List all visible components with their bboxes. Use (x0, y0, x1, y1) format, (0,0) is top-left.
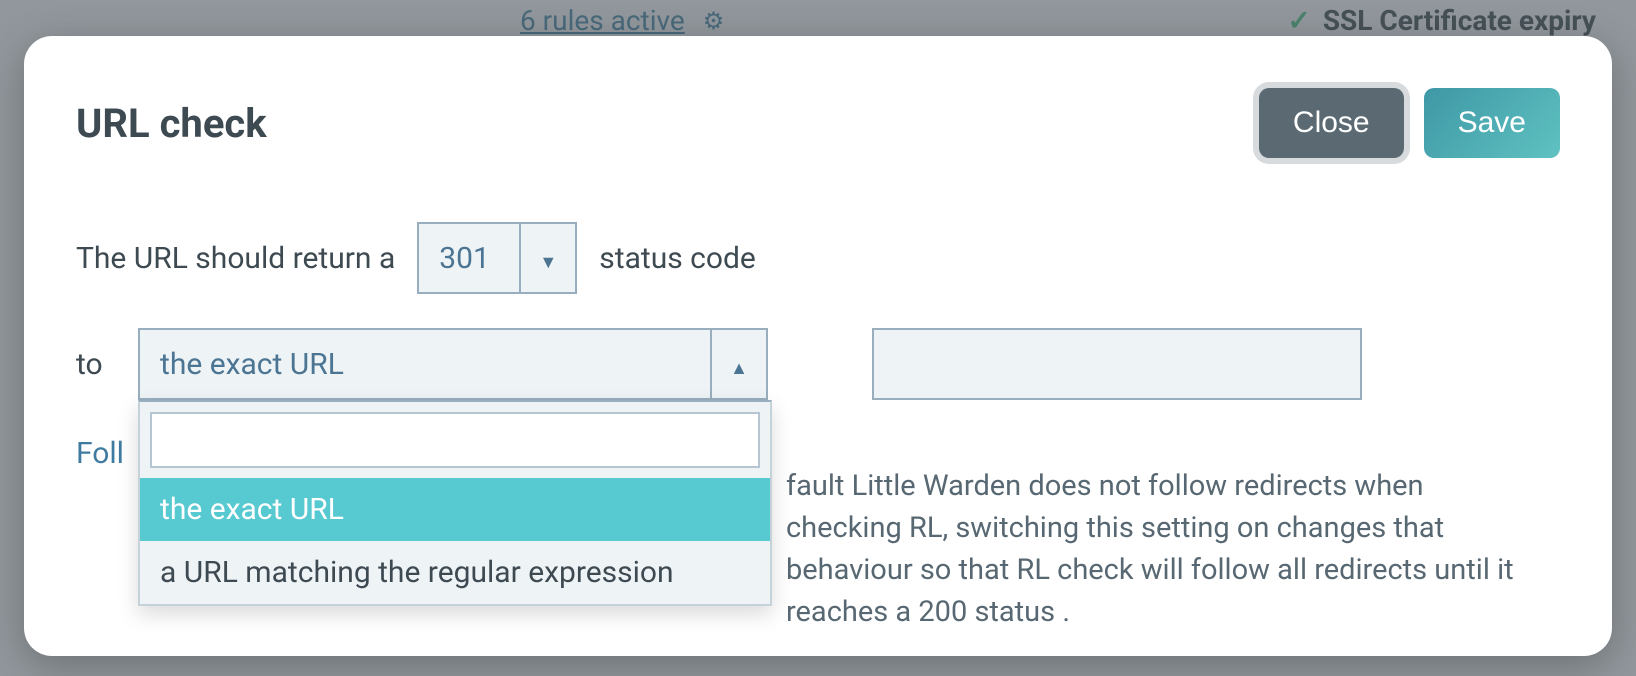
chevron-up-icon[interactable] (710, 330, 766, 398)
chevron-down-icon[interactable] (519, 224, 575, 292)
dropdown-option-regex-url[interactable]: a URL matching the regular expression (140, 541, 770, 604)
modal-title: URL check (76, 100, 267, 147)
status-code-select[interactable]: 301 (417, 222, 577, 294)
status-code-value: 301 (419, 224, 519, 292)
sentence-prefix: The URL should return a (76, 241, 395, 276)
close-button[interactable]: Close (1259, 88, 1404, 158)
to-label: to (76, 347, 116, 382)
target-url-input[interactable] (872, 328, 1362, 400)
follow-redirects-label[interactable]: Foll (76, 434, 124, 471)
dropdown-search-input[interactable] (150, 412, 760, 468)
dropdown-option-exact-url[interactable]: the exact URL (140, 478, 770, 541)
follow-redirects-description: fault Little Warden does not follow redi… (786, 465, 1546, 633)
url-check-modal: URL check Close Save The URL should retu… (24, 36, 1612, 656)
save-button[interactable]: Save (1424, 88, 1560, 158)
url-match-value: the exact URL (140, 330, 710, 398)
url-match-select[interactable]: the exact URL the exact URL a URL matchi… (138, 328, 768, 400)
url-match-dropdown: the exact URL a URL matching the regular… (138, 400, 772, 606)
sentence-suffix: status code (599, 241, 756, 276)
